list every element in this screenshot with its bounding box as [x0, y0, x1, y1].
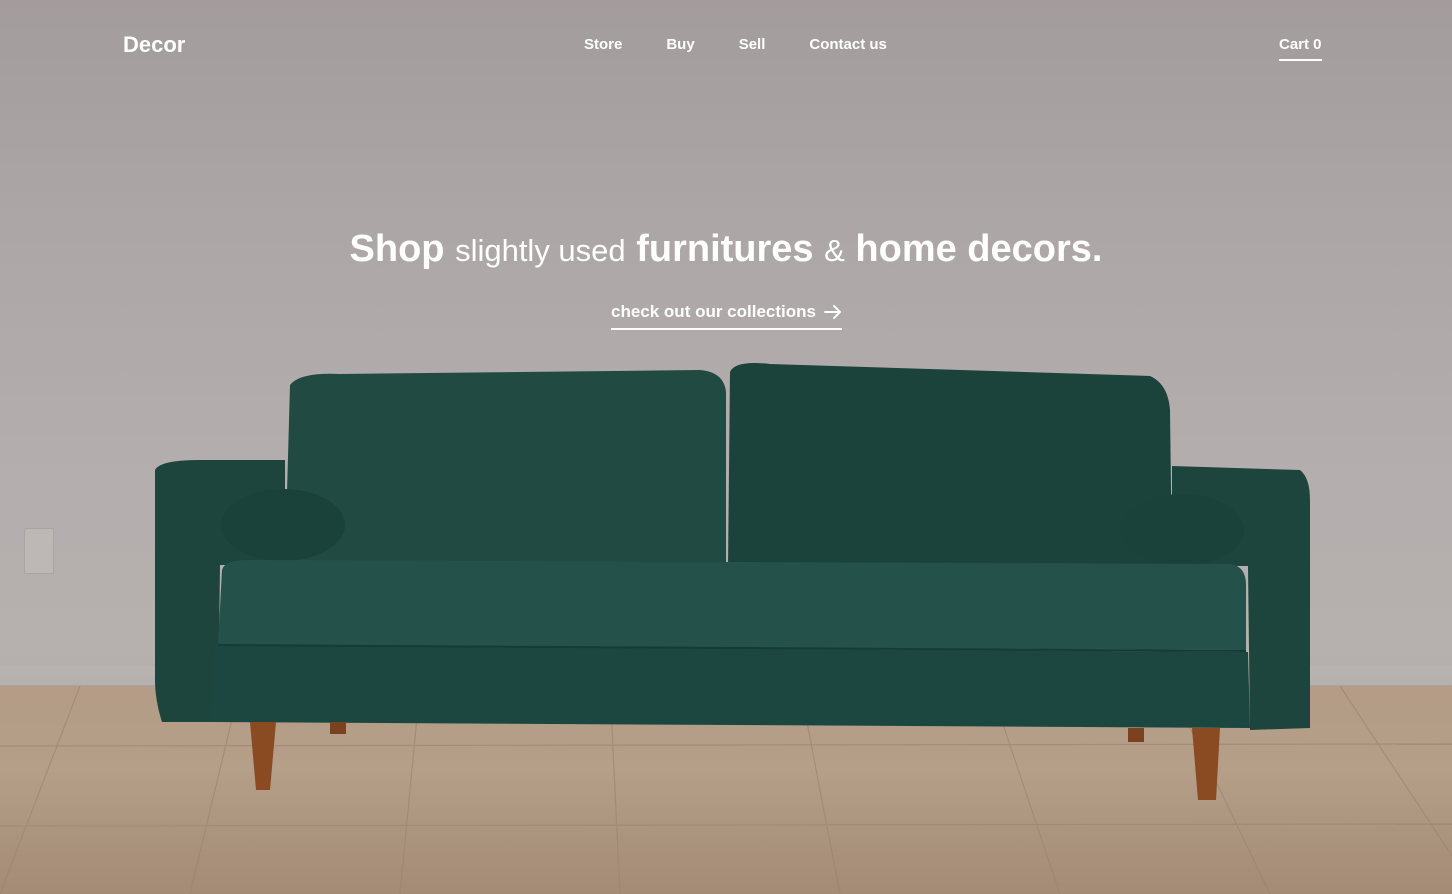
headline-word-shop: Shop: [349, 228, 445, 270]
nav-link-buy[interactable]: Buy: [666, 36, 694, 53]
collections-link[interactable]: check out our collections: [611, 302, 842, 330]
arrow-right-icon: [824, 305, 841, 319]
headline-home-decors: home decors.: [855, 228, 1103, 270]
headline-furnitures: furnitures: [636, 228, 814, 270]
headline-ampersand: &: [824, 233, 845, 268]
headline-slightly-used: slightly used: [455, 233, 626, 268]
nav-links: Store Buy Sell Contact us: [584, 36, 931, 53]
nav-link-contact-us[interactable]: Contact us: [809, 36, 887, 53]
collections-link-label: check out our collections: [611, 302, 816, 321]
nav-link-sell[interactable]: Sell: [739, 36, 766, 53]
hero-background: [0, 0, 1452, 894]
hero-headline: Shop slightly used furnitures & home dec…: [0, 228, 1452, 271]
brand-logo[interactable]: Decor: [123, 32, 185, 58]
cart-link[interactable]: Cart 0: [1279, 36, 1322, 61]
top-navigation: Decor Store Buy Sell Contact us Cart 0: [0, 0, 1452, 90]
green-sofa: [155, 363, 1310, 800]
nav-link-store[interactable]: Store: [584, 36, 622, 53]
